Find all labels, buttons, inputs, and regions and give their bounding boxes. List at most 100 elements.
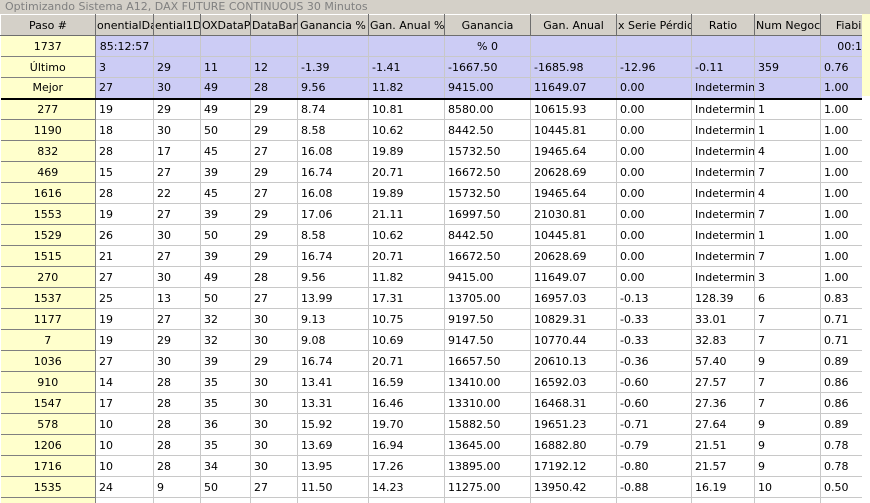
cell-serie_perd[interactable] [616, 35, 692, 57]
cell-serie_perd[interactable]: -0.88 [616, 476, 692, 498]
cell-gan_anual[interactable]: 10770.44 [530, 329, 617, 351]
cell-dx_period[interactable]: 39 [200, 203, 251, 225]
row-header-step[interactable]: 7 [0, 329, 96, 351]
cell-exp1_data[interactable]: 27 [153, 308, 201, 330]
cell-exp1_data[interactable]: 30 [153, 350, 201, 372]
column-header-num_negocios[interactable]: Num Negocios [754, 14, 821, 36]
table-row[interactable]: 277 19 29 49 29 8.74 10.81 8580.00 10615.93 0.00 I… [0, 98, 870, 120]
column-header-ganancia_pct[interactable]: Ganancia % [297, 14, 369, 36]
cell-gan_anual_pct[interactable]: 17.31 [368, 287, 445, 309]
cell-ratio[interactable]: 32.83 [691, 329, 755, 351]
cell-exp_data[interactable]: 3 [95, 56, 154, 78]
cell-ratio[interactable]: Indetermina [691, 224, 755, 246]
cell-exp1_data[interactable]: 28 [153, 455, 201, 477]
cell-num_negocios[interactable]: 6 [754, 287, 821, 309]
summary-row[interactable]: Último 3 29 11 12 -1.39 -1.41 -1667.50 -1685.98-… [0, 56, 870, 78]
cell-ganancia[interactable]: 16672.50 [444, 161, 531, 183]
column-header-data_band[interactable]: DataBandW [250, 14, 298, 36]
table-row[interactable]: 1716 10 28 34 30 13.95 17.26 13895.00 17192.12 -0… [0, 455, 870, 477]
cell-exp1_data[interactable]: 28 [153, 413, 201, 435]
row-header-step[interactable]: 469 [0, 161, 96, 183]
cell-exp1_data[interactable]: 13 [153, 287, 201, 309]
cell-serie_perd[interactable]: -0.60 [616, 371, 692, 393]
cell-ganancia_pct[interactable]: 9.13 [297, 308, 369, 330]
column-header-ratio[interactable]: Ratio [691, 14, 755, 36]
cell-gan_anual_pct[interactable]: 10.81 [368, 98, 445, 120]
summary-row[interactable]: Mejor 27 30 49 28 9.56 11.82 9415.00 11649.07 0.0… [0, 77, 870, 100]
cell-exp_data[interactable]: 18 [95, 119, 154, 141]
row-header-step[interactable]: 1206 [0, 434, 96, 456]
cell-ganancia[interactable]: 13645.00 [444, 434, 531, 456]
cell-serie_perd[interactable]: -0.33 [616, 308, 692, 330]
cell-ganancia_pct[interactable]: 16.74 [297, 350, 369, 372]
cell-serie_perd[interactable]: 0.00 [616, 77, 692, 100]
cell-gan_anual[interactable]: 13950.42 [530, 476, 617, 498]
cell-ganancia[interactable]: 9415.00 [444, 77, 531, 100]
cell-ganancia_pct[interactable]: 8.74 [297, 98, 369, 120]
cell-num_negocios[interactable]: 4 [754, 182, 821, 204]
cell-exp_data[interactable]: 19 [95, 308, 154, 330]
table-header-row[interactable]: Paso #onentialDataential1DaOXDataPeriDat… [0, 14, 870, 36]
row-header-step[interactable]: 578 [0, 413, 96, 435]
cell-dx_period[interactable]: 39 [200, 350, 251, 372]
cell-gan_anual[interactable]: 16957.03 [530, 287, 617, 309]
cell-gan_anual_pct[interactable]: 10.62 [368, 224, 445, 246]
cell-data_band[interactable] [250, 35, 298, 57]
summary-row[interactable]: 173785:12:57% 000:10:17 [0, 35, 870, 57]
cell-dx_period[interactable]: 49 [200, 98, 251, 120]
table-row[interactable]: 1553 19 27 39 29 17.06 21.11 16997.50 21030.81 0.… [0, 203, 870, 225]
row-header-step[interactable]: 1616 [0, 182, 96, 204]
cell-num_negocios[interactable]: 1 [754, 119, 821, 141]
table-row[interactable]: 1177 19 27 32 30 9.13 10.75 9197.50 10829.31 -0.3… [0, 308, 870, 330]
row-header-step[interactable]: 1529 [0, 224, 96, 246]
cell-exp_data[interactable]: 28 [95, 182, 154, 204]
column-header-gan_anual[interactable]: Gan. Anual [530, 14, 617, 36]
cell-dx_period[interactable]: 32 [200, 329, 251, 351]
cell-serie_perd[interactable]: -0.91 [616, 497, 692, 503]
cell-ganancia[interactable]: 13410.00 [444, 371, 531, 393]
column-header-serie_perd[interactable]: x Serie Pérdidas [616, 14, 692, 36]
cell-serie_perd[interactable]: 0.00 [616, 203, 692, 225]
cell-exp_data[interactable]: 17 [95, 497, 154, 503]
cell-gan_anual_pct[interactable]: 19.89 [368, 182, 445, 204]
cell-serie_perd[interactable]: 0.00 [616, 224, 692, 246]
table-row[interactable]: 1547 17 28 35 30 13.31 16.46 13310.00 16468.31 -0… [0, 392, 870, 414]
cell-gan_anual[interactable]: 19465.64 [530, 182, 617, 204]
cell-ganancia[interactable]: 15732.50 [444, 140, 531, 162]
cell-ratio[interactable]: 21.51 [691, 434, 755, 456]
table-row[interactable]: 469 15 27 39 29 16.74 20.71 16672.50 20628.69 0.0… [0, 161, 870, 183]
cell-gan_anual_pct[interactable]: 16.46 [368, 392, 445, 414]
cell-data_band[interactable]: 29 [250, 119, 298, 141]
cell-num_negocios[interactable]: 1 [754, 98, 821, 120]
cell-exp_data[interactable]: 14 [95, 371, 154, 393]
cell-dx_period[interactable]: 35 [200, 371, 251, 393]
table-row[interactable]: 270 27 30 49 28 9.56 11.82 9415.00 11649.07 0.00 I… [0, 266, 870, 288]
cell-ratio[interactable]: Indetermina [691, 245, 755, 267]
cell-num_negocios[interactable]: 9 [754, 350, 821, 372]
cell-num_negocios[interactable]: 7 [754, 371, 821, 393]
table-row[interactable]: 1537 25 13 50 27 13.99 17.31 13705.00 16957.03 -0… [0, 287, 870, 309]
cell-exp_data[interactable]: 27 [95, 266, 154, 288]
cell-data_band[interactable]: 30 [250, 308, 298, 330]
cell-data_band[interactable]: 27 [250, 182, 298, 204]
cell-ratio[interactable] [691, 35, 755, 57]
row-header-step[interactable]: 910 [0, 371, 96, 393]
cell-dx_period[interactable]: 50 [200, 224, 251, 246]
cell-data_band[interactable]: 28 [250, 266, 298, 288]
cell-serie_perd[interactable]: -0.71 [616, 413, 692, 435]
row-header-step[interactable]: 1515 [0, 245, 96, 267]
cell-num_negocios[interactable]: 7 [754, 392, 821, 414]
cell-serie_perd[interactable]: -0.13 [616, 287, 692, 309]
cell-ganancia[interactable]: 14915.00 [444, 497, 531, 503]
table-row[interactable]: 1515 21 27 39 29 16.74 20.71 16672.50 20628.69 0.… [0, 245, 870, 267]
cell-ratio[interactable]: 27.36 [691, 392, 755, 414]
cell-dx_period[interactable]: 35 [200, 434, 251, 456]
cell-num_negocios[interactable]: 9 [754, 434, 821, 456]
row-header-step[interactable]: 1716 [0, 455, 96, 477]
row-header-step[interactable]: Último [0, 56, 96, 78]
column-header-ganancia[interactable]: Ganancia [444, 14, 531, 36]
table-row[interactable]: 1036 27 30 39 29 16.74 20.71 16657.50 20610.13 -0… [0, 350, 870, 372]
cell-ganancia[interactable]: 9415.00 [444, 266, 531, 288]
cell-ratio[interactable]: 17.00 [691, 497, 755, 503]
cell-ganancia_pct[interactable]: 13.95 [297, 455, 369, 477]
